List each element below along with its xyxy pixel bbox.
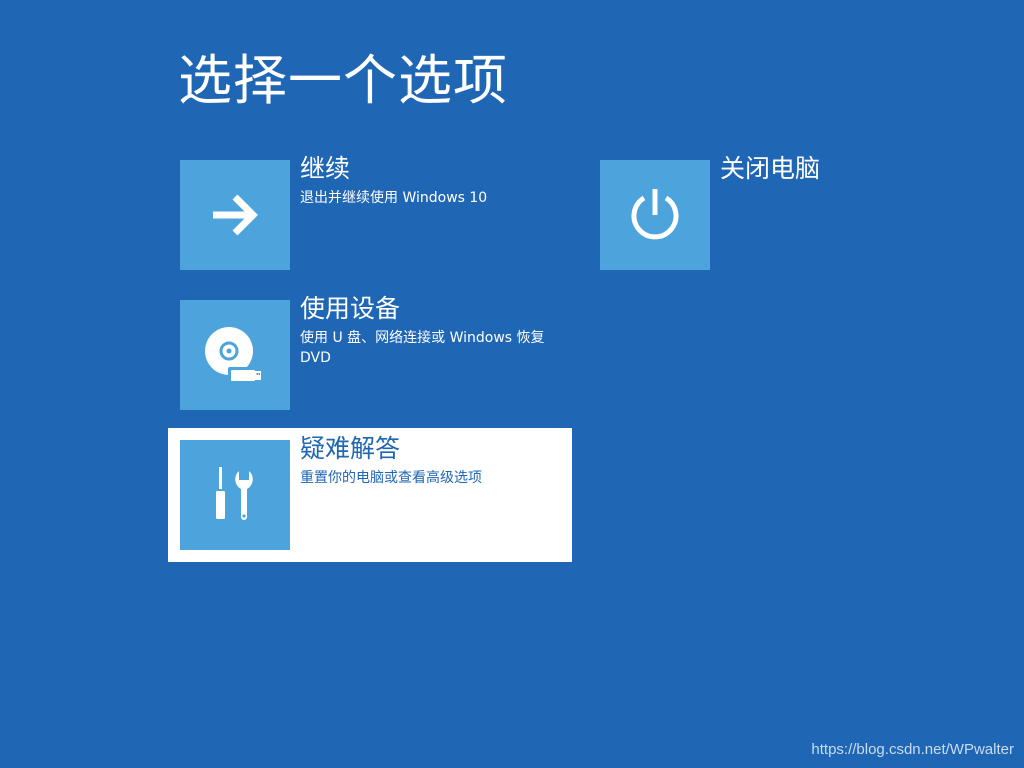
arrow-right-icon	[213, 194, 258, 236]
tools-icon	[216, 467, 253, 520]
use-device-tile[interactable]	[180, 300, 290, 410]
use-device-option[interactable]: 使用设备 使用 U 盘、网络连接或 Windows 恢复 DVD	[168, 288, 572, 422]
continue-tile[interactable]	[180, 160, 290, 270]
power-icon	[631, 189, 679, 240]
shutdown-title: 关闭电脑	[720, 154, 821, 183]
page-title: 选择一个选项	[178, 49, 508, 112]
troubleshoot-tile[interactable]	[180, 440, 290, 550]
troubleshoot-title: 疑难解答	[300, 434, 401, 463]
use-device-description: 使用 U 盘、网络连接或 Windows 恢复 DVD	[300, 330, 545, 366]
continue-option[interactable]: 继续 退出并继续使用 Windows 10	[168, 148, 572, 282]
use-device-title: 使用设备	[300, 294, 401, 323]
troubleshoot-option[interactable]: 疑难解答 重置你的电脑或查看高级选项	[168, 428, 572, 562]
shutdown-tile[interactable]	[600, 160, 710, 270]
continue-title: 继续	[300, 154, 351, 183]
shutdown-option[interactable]: 关闭电脑	[588, 148, 992, 282]
disc-usb-icon	[205, 327, 262, 383]
watermark-text: https://blog.csdn.net/WPwalter	[811, 741, 1014, 758]
continue-description: 退出并继续使用 Windows 10	[300, 190, 488, 206]
troubleshoot-description: 重置你的电脑或查看高级选项	[300, 470, 482, 486]
